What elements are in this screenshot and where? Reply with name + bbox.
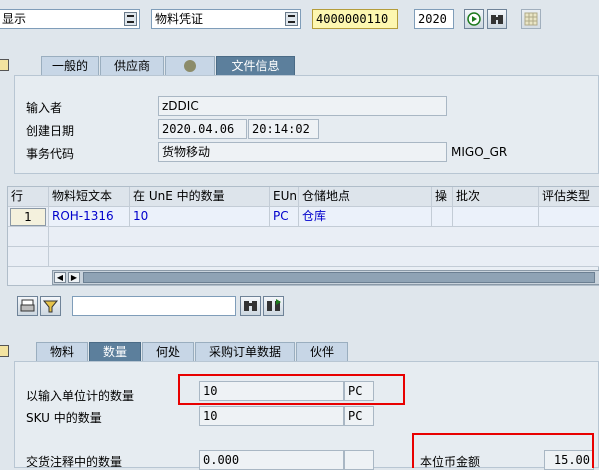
- tab-partners[interactable]: 伙伴: [296, 342, 348, 361]
- tab-po-data[interactable]: 采购订单数据: [195, 342, 295, 361]
- tab-list-icon[interactable]: [0, 345, 9, 357]
- delivery-qty-field: 0.000: [199, 450, 344, 470]
- doc-number-value: 4000000110: [316, 12, 389, 26]
- find-button[interactable]: [487, 9, 507, 29]
- table-search-input[interactable]: [72, 296, 236, 316]
- entered-by-value: zDDIC: [162, 99, 199, 113]
- print-button[interactable]: [17, 296, 38, 316]
- printer-icon: [20, 299, 35, 312]
- column-header[interactable]: 评估类型: [539, 187, 599, 207]
- empty-rows: [8, 227, 599, 267]
- tab-label: 物料: [49, 345, 74, 359]
- tab-quantity[interactable]: 数量: [89, 342, 141, 361]
- dropdown-icon[interactable]: [285, 12, 298, 26]
- scroll-left-button[interactable]: ◀: [54, 272, 66, 283]
- grid-icon: [524, 12, 538, 26]
- items-table: 行 物料短文本 在 UnE 中的数量 EUn 仓储地点 操 批次 评估类型 1 …: [7, 186, 599, 286]
- column-header[interactable]: 操: [432, 187, 453, 207]
- delivery-unit-field: [344, 450, 374, 470]
- tab-label: 文件信息: [231, 59, 280, 73]
- people-icon: [184, 60, 196, 72]
- delivery-qty-value: 0.000: [203, 453, 240, 467]
- year-value: 2020: [418, 12, 447, 26]
- entered-by-label: 输入者: [26, 101, 63, 115]
- table-cell[interactable]: ROH-1316: [49, 207, 130, 227]
- tab-where[interactable]: 何处: [142, 342, 194, 361]
- highlight-box-amount: [412, 433, 594, 468]
- tab-doc-info[interactable]: 文件信息: [216, 56, 295, 75]
- row-number[interactable]: 1: [8, 207, 49, 227]
- tab-label: 采购订单数据: [208, 345, 281, 359]
- doc-type-select[interactable]: 物料凭证: [151, 9, 301, 29]
- binoculars-icon: [491, 15, 503, 24]
- scroll-right-button[interactable]: ▶: [68, 272, 80, 283]
- table-cell[interactable]: [432, 207, 453, 227]
- created-time-field: 20:14:02: [248, 119, 319, 139]
- column-header[interactable]: 批次: [453, 187, 539, 207]
- column-header[interactable]: 在 UnE 中的数量: [130, 187, 270, 207]
- column-header[interactable]: 物料短文本: [49, 187, 130, 207]
- row-header-column: [8, 227, 49, 267]
- find-next-button[interactable]: [263, 296, 284, 316]
- doc-number-input[interactable]: 4000000110: [312, 9, 398, 29]
- sku-qty-label: SKU 中的数量: [26, 411, 102, 425]
- table-cell[interactable]: PC: [270, 207, 299, 227]
- table-cell[interactable]: 仓库: [299, 207, 432, 227]
- year-input[interactable]: 2020: [414, 9, 454, 29]
- detail-tabstrip: 物料 数量 何处 采购订单数据 伙伴: [0, 342, 599, 361]
- filter-button[interactable]: [40, 296, 61, 316]
- scroll-thumb[interactable]: [83, 272, 595, 283]
- header-tabstrip: 一般的 供应商 文件信息: [0, 56, 599, 75]
- find-next-icon: [267, 299, 281, 311]
- tab-label: 数量: [102, 345, 127, 359]
- tcode-value: MIGO_GR: [451, 145, 508, 159]
- table-cell[interactable]: [539, 207, 599, 227]
- tab-label: 何处: [155, 345, 180, 359]
- created-date-value: 2020.04.06: [162, 122, 235, 136]
- delivery-qty-label: 交货注释中的数量: [26, 455, 123, 469]
- sku-qty-field: 10: [199, 406, 344, 426]
- horizontal-scrollbar[interactable]: ◀ ▶: [52, 270, 599, 285]
- tab-material[interactable]: 物料: [36, 342, 88, 361]
- created-time-value: 20:14:02: [252, 122, 310, 136]
- find-button[interactable]: [240, 296, 261, 316]
- table-cell[interactable]: [453, 207, 539, 227]
- tcode-desc-value: 货物移动: [162, 145, 211, 159]
- sku-qty-value: 10: [203, 409, 218, 423]
- tcode-desc-field: 货物移动: [158, 142, 447, 162]
- tab-list-icon[interactable]: [0, 59, 9, 71]
- entered-by-field: zDDIC: [158, 96, 447, 116]
- table-cell[interactable]: 10: [130, 207, 270, 227]
- tab-label: 伙伴: [309, 345, 334, 359]
- column-header[interactable]: 行: [8, 187, 49, 207]
- filter-icon: [42, 300, 59, 313]
- dropdown-icon[interactable]: [124, 12, 137, 26]
- action-select[interactable]: 显示: [0, 9, 140, 29]
- column-header[interactable]: EUn: [270, 187, 299, 207]
- row-number-box[interactable]: 1: [10, 208, 46, 226]
- sku-unit-value: PC: [348, 409, 363, 423]
- tab-label: 一般的: [51, 59, 88, 73]
- highlight-box-entry-qty: [178, 374, 405, 405]
- tcode-label: 事务代码: [26, 147, 75, 161]
- entry-qty-label: 以输入单位计的数量: [26, 389, 135, 403]
- grid-button[interactable]: [521, 9, 541, 29]
- tab-partner-icon[interactable]: [165, 56, 215, 75]
- sku-unit-field: PC: [344, 406, 374, 426]
- tab-vendor[interactable]: 供应商: [100, 56, 164, 75]
- doc-type-value: 物料凭证: [155, 12, 204, 26]
- created-date-field: 2020.04.06: [158, 119, 247, 139]
- created-date-label: 创建日期: [26, 124, 75, 138]
- execute-icon: [467, 12, 481, 26]
- binoculars-icon: [244, 301, 257, 311]
- tab-label: 供应商: [113, 59, 150, 73]
- column-header[interactable]: 仓储地点: [299, 187, 432, 207]
- action-select-value: 显示: [2, 12, 27, 26]
- execute-button[interactable]: [464, 9, 484, 29]
- tab-general[interactable]: 一般的: [41, 56, 99, 75]
